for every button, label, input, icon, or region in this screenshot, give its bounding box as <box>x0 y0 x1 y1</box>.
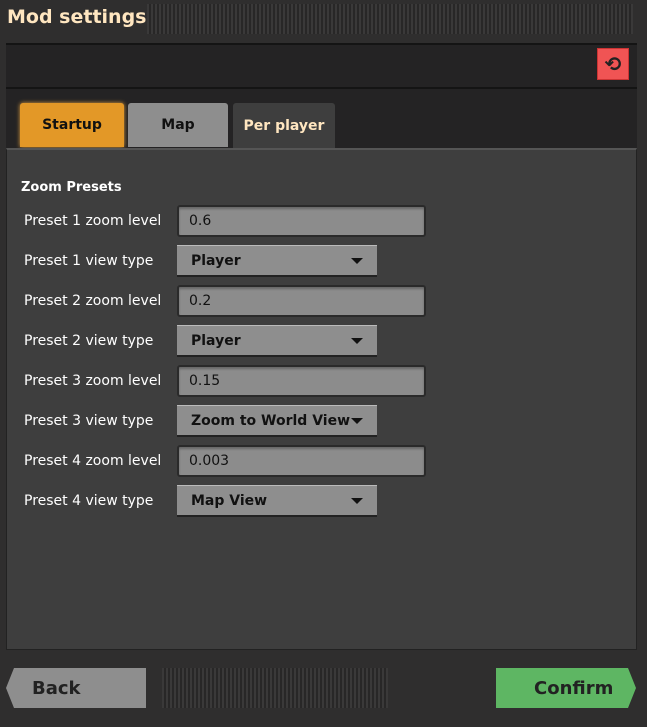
setting-row: Preset 2 view type Player <box>24 325 377 357</box>
view-type-dropdown[interactable]: Zoom to World View <box>177 405 377 437</box>
setting-label: Preset 3 zoom level <box>24 373 162 389</box>
setting-row: Preset 3 zoom level 0.15 <box>24 365 426 397</box>
setting-label: Preset 4 zoom level <box>24 453 162 469</box>
zoom-level-input[interactable]: 0.2 <box>177 285 426 317</box>
setting-row: Preset 3 view type Zoom to World View <box>24 405 377 437</box>
chevron-down-icon <box>351 337 363 344</box>
dropdown-value: Zoom to World View <box>191 412 351 429</box>
tab-per-player[interactable]: Per player <box>233 103 335 149</box>
tab-startup[interactable]: Startup <box>20 103 124 147</box>
setting-label: Preset 3 view type <box>24 413 154 429</box>
dropdown-value: Map View <box>191 492 268 509</box>
view-type-dropdown[interactable]: Player <box>177 245 377 277</box>
dropdown-value: Player <box>191 252 241 269</box>
reset-button[interactable]: ⟲ <box>597 48 629 80</box>
zoom-level-input[interactable]: 0.15 <box>177 365 426 397</box>
setting-row: Preset 4 view type Map View <box>24 485 377 517</box>
setting-row: Preset 1 zoom level 0.6 <box>24 205 426 237</box>
setting-label: Preset 4 view type <box>24 493 154 509</box>
tab-map[interactable]: Map <box>128 103 228 147</box>
header-panel <box>6 43 637 89</box>
title-drag-handle[interactable] <box>147 4 633 34</box>
confirm-label: Confirm <box>534 677 614 699</box>
back-button[interactable]: Back <box>6 668 146 708</box>
confirm-button[interactable]: Confirm <box>496 668 636 708</box>
setting-label: Preset 1 zoom level <box>24 213 162 229</box>
footer-filler <box>162 668 388 708</box>
chevron-down-icon <box>351 417 363 424</box>
zoom-level-input[interactable]: 0.6 <box>177 205 426 237</box>
setting-label: Preset 2 view type <box>24 333 154 349</box>
setting-row: Preset 2 zoom level 0.2 <box>24 285 426 317</box>
dropdown-value: Player <box>191 332 241 349</box>
view-type-dropdown[interactable]: Map View <box>177 485 377 517</box>
window-title: Mod settings <box>7 6 147 28</box>
view-type-dropdown[interactable]: Player <box>177 325 377 357</box>
setting-label: Preset 2 zoom level <box>24 293 162 309</box>
section-title: Zoom Presets <box>21 180 122 195</box>
chevron-down-icon <box>351 497 363 504</box>
zoom-level-input[interactable]: 0.003 <box>177 445 426 477</box>
back-label: Back <box>32 677 81 699</box>
chevron-down-icon <box>351 257 363 264</box>
setting-row: Preset 1 view type Player <box>24 245 377 277</box>
reset-icon: ⟲ <box>604 52 622 76</box>
setting-row: Preset 4 zoom level 0.003 <box>24 445 426 477</box>
setting-label: Preset 1 view type <box>24 253 154 269</box>
